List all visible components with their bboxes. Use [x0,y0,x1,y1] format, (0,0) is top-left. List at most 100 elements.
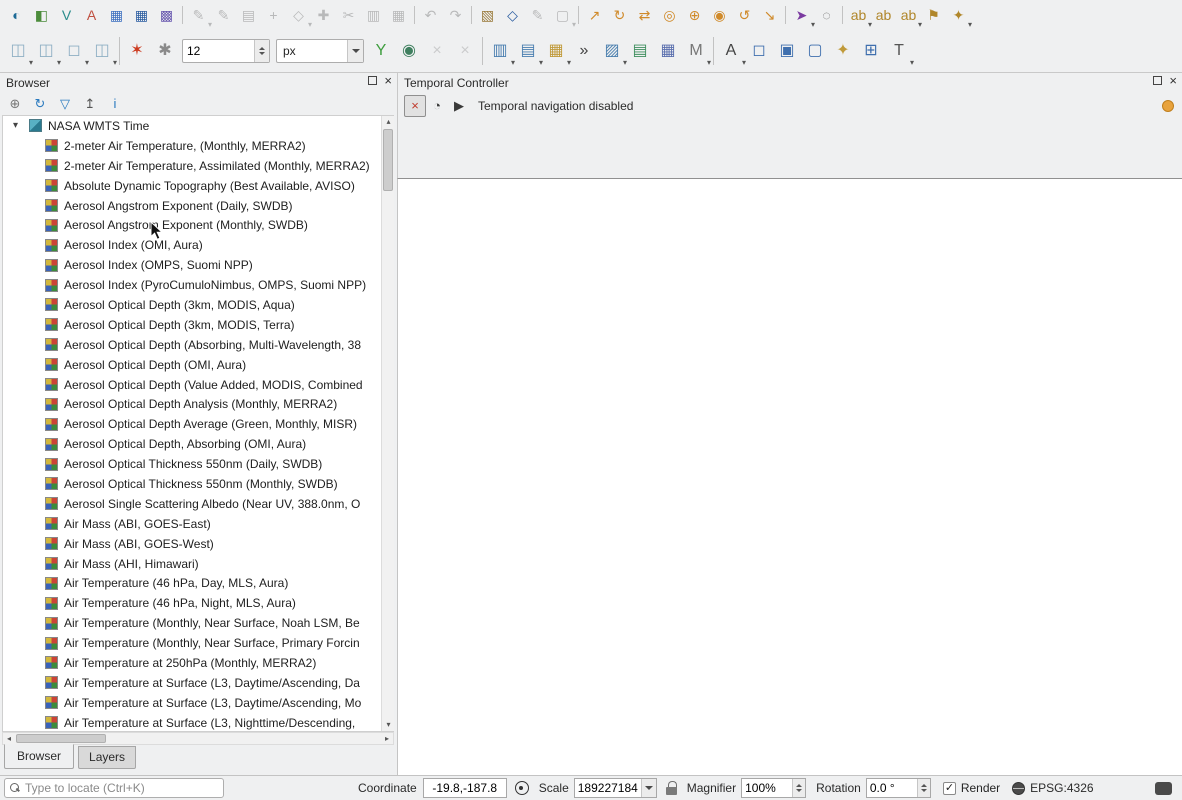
globe-tool-icon[interactable]: ◉ [395,37,423,65]
reshape-features-icon[interactable]: ↘ [757,3,782,27]
spinner-arrows[interactable] [792,779,806,797]
horizontal-scroll-thumb[interactable] [16,734,106,743]
tab-browser[interactable]: Browser [4,744,75,769]
crs-label[interactable]: EPSG:4326 [1030,781,1093,795]
toolbar-separator[interactable] [842,6,843,24]
tree-root-nasa-wmts-time[interactable]: ▾ NASA WMTS Time [3,116,393,136]
text-annotation-icon[interactable]: A [717,37,746,68]
scroll-left-icon[interactable]: ◂ [3,733,15,744]
add-selected-layers-icon[interactable]: ⊕ [6,95,24,113]
advanced-digitizing-icon[interactable]: ✎ [525,3,550,27]
collapse-all-icon[interactable]: ↥ [81,95,99,113]
toolbar-separator[interactable] [414,6,415,24]
tree-item-layer[interactable]: Aerosol Optical Depth Average (Green, Mo… [3,414,393,434]
discard-edits-icon[interactable]: ✶ [123,37,151,65]
label-highlight-icon[interactable]: ✦ [946,3,972,29]
copy-features-icon[interactable]: ▥ [361,3,386,27]
font-size-spinbox[interactable] [182,39,270,63]
new-virtual-layer-icon[interactable]: V [54,3,79,27]
mouse-extent-icon[interactable] [514,781,529,795]
tree-item-layer[interactable]: Air Temperature at 250hPa (Monthly, MERR… [3,653,393,673]
tree-item-layer[interactable]: 2-meter Air Temperature, (Monthly, MERRA… [3,136,393,156]
scale-combo[interactable] [573,778,657,798]
save-edits-icon[interactable]: ▤ [236,3,261,27]
pointer-menu-icon[interactable]: ➤ [789,3,815,29]
refresh-icon[interactable]: ↻ [31,95,49,113]
tree-item-layer[interactable]: Air Temperature (46 hPa, Day, MLS, Aura) [3,573,393,593]
hatch-style-icon[interactable]: ▨ [598,37,627,68]
unit-combobox[interactable]: px [276,39,364,63]
new-mesh-layer-icon[interactable]: ▦ [104,3,129,27]
redo-icon[interactable]: ↷ [443,3,468,27]
tab-layers[interactable]: Layers [78,746,137,769]
tree-item-layer[interactable]: Air Temperature at Surface (L3, Daytime/… [3,693,393,713]
float-panel-button[interactable] [368,76,378,85]
cut-features-icon[interactable]: ✂ [336,3,361,27]
tree-item-layer[interactable]: Aerosol Optical Depth (Value Added, MODI… [3,375,393,395]
bookmark-menu-icon[interactable]: ▥ [486,37,515,68]
label-options-icon[interactable]: ab [846,3,872,29]
extent-menu-icon[interactable]: ◻ [60,37,89,68]
toolbar-separator[interactable] [182,6,183,24]
font-size-input[interactable] [183,40,254,62]
add-part-icon[interactable]: ⊕ [682,3,707,27]
edit-map-icon[interactable]: ▤ [626,37,654,65]
tree-item-layer[interactable]: Aerosol Optical Thickness 550nm (Monthly… [3,474,393,494]
tree-item-layer[interactable]: Absolute Dynamic Topography (Best Availa… [3,176,393,196]
tree-item-layer[interactable]: Aerosol Angstrom Exponent (Monthly, SWDB… [3,215,393,235]
offset-curve-icon[interactable]: ↺ [732,3,757,27]
add-ring-icon[interactable]: ◎ [657,3,682,27]
spinner-arrows[interactable] [916,779,930,797]
tree-item-layer[interactable]: Aerosol Optical Depth (OMI, Aura) [3,355,393,375]
favorites-icon[interactable]: ✦ [829,37,857,65]
tree-item-layer[interactable]: Air Temperature at Surface (L3, Daytime/… [3,673,393,693]
toolbar-separator[interactable] [119,37,120,65]
clear-all-icon[interactable]: × [451,37,479,65]
tree-item-layer[interactable]: Air Mass (AHI, Himawari) [3,554,393,574]
vertex-tool-icon[interactable]: ◇ [286,3,312,29]
current-edits-icon[interactable]: ✎ [186,3,212,29]
mesh-menu-icon[interactable]: M [682,37,711,68]
snapping-options-icon[interactable]: ◇ [500,3,525,27]
layer-menu-icon[interactable]: ◫ [88,37,117,68]
toolbar-separator[interactable] [578,6,579,24]
map-theme-menu-icon[interactable]: ▤ [514,37,543,68]
locator-search[interactable] [4,778,224,798]
select-radius-icon[interactable]: ⊞ [857,37,885,65]
metasearch-icon[interactable]: ◐ [4,3,29,27]
diagram-options-icon[interactable]: ▦ [654,37,682,65]
tree-item-layer[interactable]: Aerosol Single Scattering Albedo (Near U… [3,494,393,514]
zoom-menu-icon[interactable]: ◫ [32,37,61,68]
notebook-icon[interactable]: ▧ [475,3,500,27]
chevron-down-icon[interactable] [640,779,656,797]
auto-style-icon[interactable]: ✱ [151,37,179,65]
clear-style-icon[interactable]: × [423,37,451,65]
tree-item-layer[interactable]: Aerosol Index (PyroCumuloNimbus, OMPS, S… [3,275,393,295]
label-pin-icon[interactable]: ab [871,3,896,27]
lock-scale-icon[interactable] [665,781,677,795]
toolbar-separator[interactable] [713,37,714,65]
crs-globe-icon[interactable] [1012,781,1026,795]
tree-item-layer[interactable]: Air Temperature (46 hPa, Night, MLS, Aur… [3,593,393,613]
tree-item-layer[interactable]: Air Temperature at Surface (L3, Nighttim… [3,713,393,731]
new-annotation-layer-icon[interactable]: A [79,3,104,27]
rotation-input[interactable] [866,779,917,797]
tree-item-layer[interactable]: Aerosol Optical Depth (3km, MODIS, Terra… [3,315,393,335]
tree-item-layer[interactable]: Air Mass (ABI, GOES-West) [3,534,393,554]
tree-item-layer[interactable]: Air Mass (ABI, GOES-East) [3,514,393,534]
tree-item-layer[interactable]: Aerosol Optical Depth (Absorbing, Multi-… [3,335,393,355]
tree-item-layer[interactable]: Aerosol Optical Depth, Absorbing (OMI, A… [3,434,393,454]
tree-vertical-scrollbar[interactable]: ▴ ▾ [381,116,394,731]
paste-features-icon[interactable]: ▦ [386,3,411,27]
tree-item-layer[interactable]: Aerosol Optical Depth (3km, MODIS, Aqua) [3,295,393,315]
temporal-settings-icon[interactable] [1162,100,1174,112]
tree-item-layer[interactable]: Aerosol Index (OMI, Aura) [3,235,393,255]
locator-input[interactable] [25,781,205,795]
add-record-icon[interactable]: + [261,3,286,27]
scale-input[interactable] [574,779,641,797]
tree-item-layer[interactable]: Aerosol Index (OMPS, Suomi NPP) [3,255,393,275]
tree-item-layer[interactable]: 2-meter Air Temperature, Assimilated (Mo… [3,156,393,176]
filter-browser-icon[interactable]: ▽ [56,95,74,113]
text-tool-icon[interactable]: T [885,37,914,68]
fill-ring-icon[interactable]: ◉ [707,3,732,27]
